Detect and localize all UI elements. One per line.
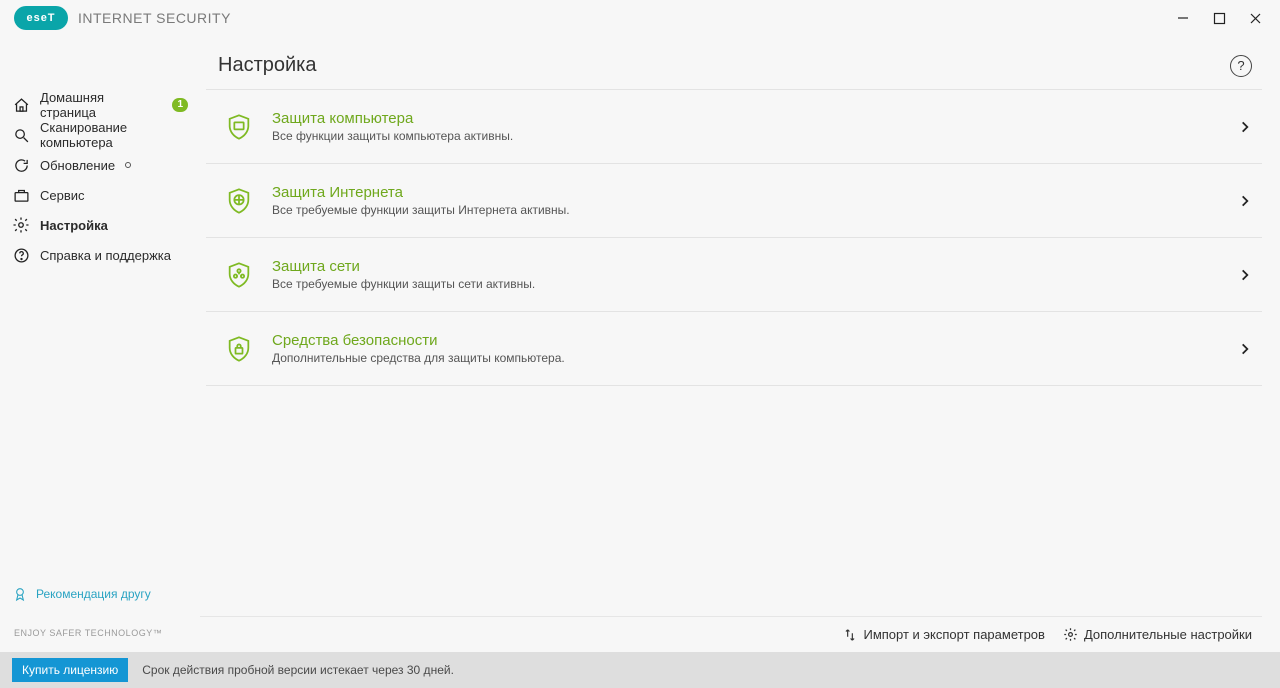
sidebar: Домашняя страница 1 Сканирование компьют… [0, 36, 200, 652]
card-security-tools[interactable]: Средства безопасности Дополнительные сре… [206, 311, 1262, 386]
chevron-right-icon [1238, 268, 1252, 282]
refer-label: Рекомендация другу [36, 587, 151, 601]
sidebar-item-scan[interactable]: Сканирование компьютера [0, 120, 200, 150]
brand-logo: eseT [14, 6, 68, 30]
award-icon [12, 586, 28, 602]
import-export-label: Импорт и экспорт параметров [863, 627, 1044, 642]
main: Настройка ? Защита компьютера Все функци… [200, 36, 1280, 652]
card-network-protection[interactable]: Защита сети Все требуемые функции защиты… [206, 237, 1262, 311]
page-header: Настройка ? [200, 36, 1262, 89]
card-desc: Все требуемые функции защиты сети активн… [272, 277, 1220, 291]
help-icon [12, 246, 30, 264]
settings-cards: Защита компьютера Все функции защиты ком… [200, 89, 1262, 386]
page-title: Настройка [218, 54, 316, 77]
card-computer-protection[interactable]: Защита компьютера Все функции защиты ком… [206, 89, 1262, 163]
slogan: ENJOY SAFER TECHNOLOGY™ [0, 618, 200, 652]
chevron-right-icon [1238, 120, 1252, 134]
main-footer: Импорт и экспорт параметров Дополнительн… [200, 616, 1262, 652]
titlebar: eseT INTERNET SECURITY [0, 0, 1280, 36]
sidebar-item-label: Обновление [40, 158, 115, 173]
statusbar: Купить лицензию Срок действия пробной ве… [0, 652, 1280, 688]
shield-globe-icon [224, 186, 254, 216]
brand-logo-text: eseT [26, 12, 55, 24]
card-desc: Все функции защиты компьютера активны. [272, 129, 1220, 143]
sidebar-item-label: Сервис [40, 188, 85, 203]
sidebar-item-update[interactable]: Обновление [0, 150, 200, 180]
refresh-icon [12, 156, 30, 174]
briefcase-icon [12, 186, 30, 204]
page-help-button[interactable]: ? [1230, 55, 1252, 77]
import-export-link[interactable]: Импорт и экспорт параметров [843, 627, 1044, 642]
card-title: Защита сети [272, 258, 1220, 275]
search-icon [12, 126, 30, 144]
home-icon [12, 96, 30, 114]
trial-status: Срок действия пробной версии истекает че… [142, 663, 454, 677]
card-title: Защита Интернета [272, 184, 1220, 201]
sidebar-item-help[interactable]: Справка и поддержка [0, 240, 200, 270]
sidebar-item-label: Настройка [40, 218, 108, 233]
sidebar-item-settings[interactable]: Настройка [0, 210, 200, 240]
chevron-right-icon [1238, 342, 1252, 356]
brand-product: INTERNET SECURITY [78, 10, 231, 26]
gear-icon [1063, 627, 1078, 642]
buy-license-button[interactable]: Купить лицензию [12, 658, 128, 682]
sidebar-item-label: Домашняя страница [40, 90, 162, 120]
advanced-settings-label: Дополнительные настройки [1084, 627, 1252, 642]
card-title: Средства безопасности [272, 332, 1220, 349]
sidebar-item-label: Справка и поддержка [40, 248, 171, 263]
window-controls [1174, 9, 1274, 27]
card-desc: Дополнительные средства для защиты компь… [272, 351, 1220, 365]
advanced-settings-link[interactable]: Дополнительные настройки [1063, 627, 1252, 642]
import-export-icon [843, 628, 857, 642]
refer-link[interactable]: Рекомендация другу [12, 586, 188, 608]
card-internet-protection[interactable]: Защита Интернета Все требуемые функции з… [206, 163, 1262, 237]
brand: eseT INTERNET SECURITY [14, 6, 231, 30]
shield-monitor-icon [224, 112, 254, 142]
gear-icon [12, 216, 30, 234]
chevron-right-icon [1238, 194, 1252, 208]
shield-network-icon [224, 260, 254, 290]
card-desc: Все требуемые функции защиты Интернета а… [272, 203, 1220, 217]
close-button[interactable] [1246, 9, 1264, 27]
card-title: Защита компьютера [272, 110, 1220, 127]
sidebar-item-home[interactable]: Домашняя страница 1 [0, 90, 200, 120]
shield-lock-icon [224, 334, 254, 364]
sidebar-item-tools[interactable]: Сервис [0, 180, 200, 210]
minimize-button[interactable] [1174, 9, 1192, 27]
maximize-button[interactable] [1210, 9, 1228, 27]
update-dot-icon [125, 162, 131, 168]
sidebar-item-label: Сканирование компьютера [40, 120, 188, 150]
sidebar-badge: 1 [172, 98, 188, 112]
